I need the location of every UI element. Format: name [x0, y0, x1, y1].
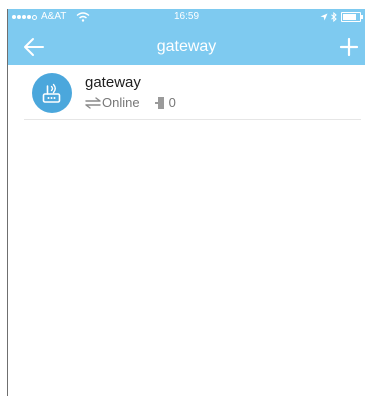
app-screen: A&AT 16:59 gateway gateway Online 0 — [7, 9, 365, 396]
swap-arrows-icon — [85, 97, 101, 109]
bluetooth-icon — [331, 12, 337, 22]
device-name: gateway — [85, 74, 141, 91]
list-divider — [24, 119, 361, 120]
location-arrow-icon — [320, 13, 328, 21]
status-bar: A&AT 16:59 — [8, 9, 365, 25]
battery-icon — [341, 12, 363, 22]
battery-level-icon — [154, 97, 164, 109]
device-status: Online 0 — [85, 95, 176, 111]
device-status-label: Online — [102, 95, 140, 110]
device-count: 0 — [168, 95, 176, 110]
page-title: gateway — [156, 38, 217, 55]
navigation-header: A&AT 16:59 gateway — [8, 9, 365, 65]
device-list-item[interactable]: gateway Online 0 — [8, 65, 365, 120]
plus-icon[interactable] — [339, 36, 359, 58]
device-list: gateway Online 0 — [8, 65, 365, 120]
status-time: 16:59 — [173, 11, 200, 22]
router-icon — [42, 83, 61, 103]
device-avatar — [32, 73, 72, 113]
status-right — [317, 11, 363, 23]
